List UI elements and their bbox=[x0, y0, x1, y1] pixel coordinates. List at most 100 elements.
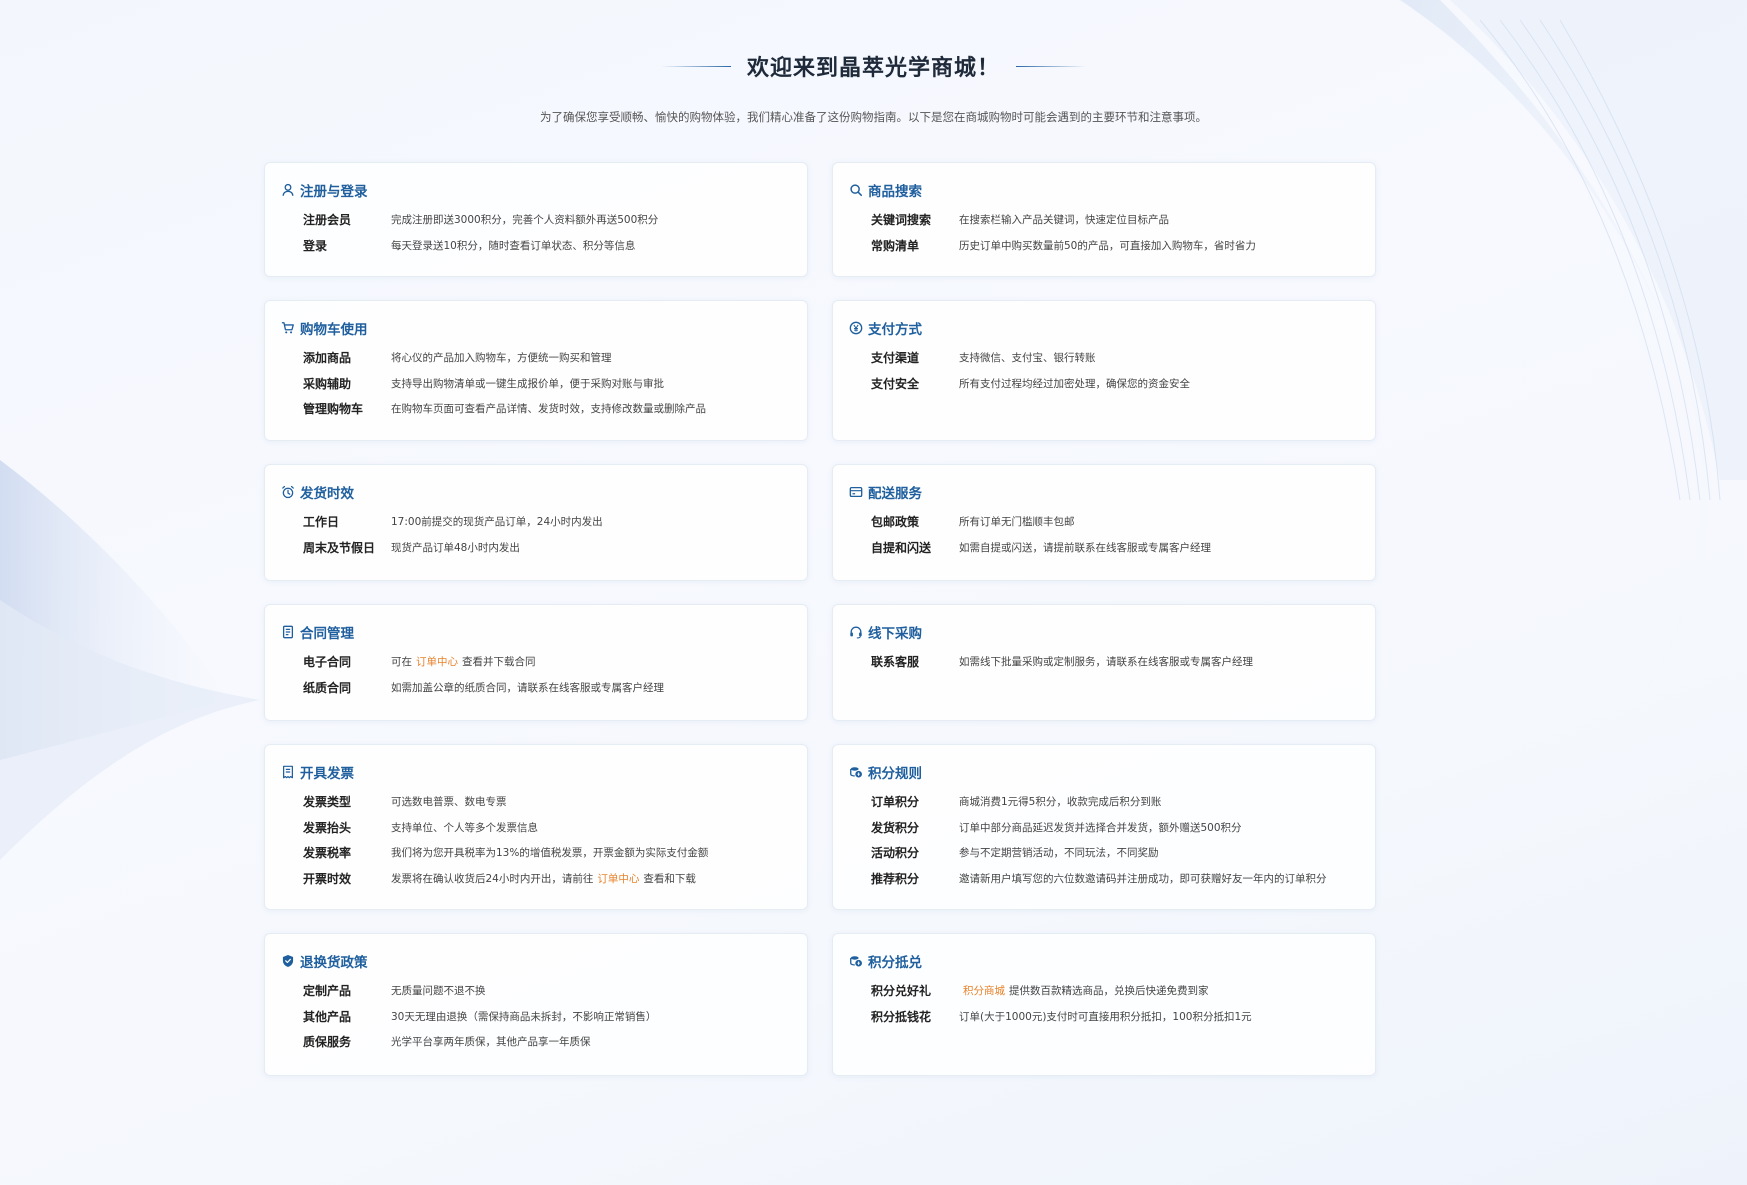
item-label: 注册会员 bbox=[303, 213, 352, 228]
guide-card-shipping-time: 发货时效工作日 17:00前提交的现货产品订单，24小时内发出周末及节假日 现货产品… bbox=[264, 464, 808, 581]
item-label: 定制产品 bbox=[303, 984, 352, 999]
card-title: 积分抵兑 bbox=[868, 955, 922, 971]
card-header: 购物车使用 bbox=[281, 317, 791, 339]
guide-item: 关键词搜索 在搜索栏输入产品关键词，快速定位目标产品 bbox=[849, 207, 1359, 233]
points-mall-link[interactable]: 积分商城 bbox=[963, 985, 1005, 997]
card-title: 配送服务 bbox=[868, 486, 922, 502]
guide-item: 积分抵钱花 订单(大于1000元)支付时可直接用积分抵扣，100积分抵扣1元 bbox=[849, 1004, 1359, 1030]
guide-item: 开票时效 发票将在确认收货后24小时内开出，请前往 订单中心 查看和下载 bbox=[281, 866, 791, 892]
card-title: 合同管理 bbox=[300, 626, 354, 642]
item-description: 订单(大于1000元)支付时可直接用积分抵扣，100积分抵扣1元 bbox=[959, 1010, 1252, 1023]
item-description: 在搜索栏输入产品关键词，快速定位目标产品 bbox=[959, 214, 1169, 227]
item-text-suffix: 查看并下载合同 bbox=[462, 656, 536, 669]
guide-item: 自提和闪送 如需自提或闪送，请提前联系在线客服或专属客户经理 bbox=[849, 535, 1359, 561]
guide-item: 周末及节假日 现货产品订单48小时内发出 bbox=[281, 535, 791, 561]
card-title: 注册与登录 bbox=[300, 184, 368, 200]
guide-item: 管理购物车 在购物车页面可查看产品详情、发货时效，支持修改数量或删除产品 bbox=[281, 396, 791, 422]
card-title: 商品搜索 bbox=[868, 184, 922, 200]
item-label: 自提和闪送 bbox=[871, 540, 932, 555]
alarm-clock-icon bbox=[281, 485, 295, 499]
guide-item: 包邮政策 所有订单无门槛顺丰包邮 bbox=[849, 509, 1359, 535]
item-label: 登录 bbox=[303, 238, 328, 253]
item-description: 积分商城 提供数百款精选商品，兑换后快递免费到家 bbox=[959, 983, 1209, 998]
guide-item: 常购清单 历史订单中购买数量前50的产品，可直接加入购物车，省时省力 bbox=[849, 233, 1359, 259]
coins-icon bbox=[849, 765, 863, 779]
item-label: 添加商品 bbox=[303, 351, 352, 366]
item-description: 在购物车页面可查看产品详情、发货时效，支持修改数量或删除产品 bbox=[391, 403, 706, 416]
item-label: 纸质合同 bbox=[303, 680, 352, 695]
card-header: 线下采购 bbox=[849, 621, 1359, 643]
card-header: 注册与登录 bbox=[281, 179, 791, 201]
guide-card-returns: 退换货政策 定制产品 无质量问题不退不换 其他产品 30天无理由退换（需保持商品未拆封，… bbox=[264, 933, 808, 1076]
shield-icon bbox=[281, 954, 295, 968]
item-description: 如需加盖公章的纸质合同，请联系在线客服或专属客户经理 bbox=[391, 681, 664, 694]
item-label: 开票时效 bbox=[303, 871, 352, 886]
item-description: 我们将为您开具税率为13%的增值税发票，开票金额为实际支付金额 bbox=[391, 847, 709, 860]
item-description: 支持导出购物清单或一键生成报价单，便于采购对账与审批 bbox=[391, 377, 664, 390]
card-title: 退换货政策 bbox=[300, 955, 368, 971]
guide-item: 发货积分 订单中部分商品延迟发货并选择合并发货，额外赠送500积分 bbox=[849, 815, 1359, 841]
receipt-icon bbox=[281, 765, 295, 779]
guide-item: 推荐积分 邀请新用户填写您的六位数邀请码并注册成功，即可获赠好友一年内的订单积分 bbox=[849, 866, 1359, 892]
item-description: 将心仪的产品加入购物车，方便统一购买和管理 bbox=[391, 352, 612, 365]
card-title: 发货时效 bbox=[300, 486, 354, 502]
item-label: 支付安全 bbox=[871, 376, 920, 391]
coins-icon bbox=[849, 954, 863, 968]
title-divider-left bbox=[660, 65, 731, 67]
item-description: 支持单位、个人等多个发票信息 bbox=[391, 821, 538, 834]
card-icon bbox=[849, 485, 863, 499]
item-label: 采购辅助 bbox=[303, 376, 352, 391]
item-description: 无质量问题不退不换 bbox=[391, 985, 486, 998]
guide-item: 采购辅助 支持导出购物清单或一键生成报价单，便于采购对账与审批 bbox=[281, 371, 791, 397]
guide-item: 电子合同 可在 订单中心 查看并下载合同 bbox=[281, 649, 791, 675]
item-description: 邀请新用户填写您的六位数邀请码并注册成功，即可获赠好友一年内的订单积分 bbox=[959, 872, 1327, 885]
order-center-link[interactable]: 订单中心 bbox=[597, 873, 639, 885]
guide-item: 工作日 17:00前提交的现货产品订单，24小时内发出 bbox=[281, 509, 791, 535]
guide-card-delivery: 配送服务包邮政策 所有订单无门槛顺丰包邮 自提和闪送 如需自提或闪送，请提前联系在线客… bbox=[832, 464, 1376, 581]
card-title: 线下采购 bbox=[868, 626, 922, 642]
card-title: 购物车使用 bbox=[300, 322, 368, 338]
item-description: 17:00前提交的现货产品订单，24小时内发出 bbox=[391, 516, 603, 529]
item-description: 如需线下批量采购或定制服务，请联系在线客服或专属客户经理 bbox=[959, 656, 1253, 669]
item-description: 光学平台享两年质保，其他产品享一年质保 bbox=[391, 1036, 591, 1049]
guide-card-payment: 支付方式 支付渠道 支持微信、支付宝、银行转账 支付安全 所有支付过程均经过加密处理，确… bbox=[832, 300, 1376, 441]
page-subtitle: 为了确保您享受顺畅、愉快的购物体验，我们精心准备了这份购物指南。以下是您在商城购… bbox=[540, 110, 1207, 124]
guide-item: 发票抬头 支持单位、个人等多个发票信息 bbox=[281, 815, 791, 841]
document-icon bbox=[281, 625, 295, 639]
item-text-suffix: 查看和下载 bbox=[643, 872, 696, 885]
page-title: 欢迎来到晶萃光学商城！ bbox=[746, 56, 1000, 81]
card-header: 商品搜索 bbox=[849, 179, 1359, 201]
guide-item: 添加商品 将心仪的产品加入购物车，方便统一购买和管理 bbox=[281, 345, 791, 371]
item-description: 可在 订单中心 查看并下载合同 bbox=[391, 654, 536, 669]
item-description: 发票将在确认收货后24小时内开出，请前往 订单中心 查看和下载 bbox=[391, 871, 696, 886]
item-description: 现货产品订单48小时内发出 bbox=[391, 541, 520, 554]
order-center-link[interactable]: 订单中心 bbox=[416, 656, 458, 668]
guide-item: 发票类型 可选数电普票、数电专票 bbox=[281, 789, 791, 815]
guide-item: 注册会员 完成注册即送3000积分，完善个人资料额外再送500积分 bbox=[281, 207, 791, 233]
item-description: 参与不定期营销活动，不同玩法，不同奖励 bbox=[959, 847, 1159, 860]
card-header: 退换货政策 bbox=[281, 950, 791, 972]
card-title: 开具发票 bbox=[300, 766, 354, 782]
card-header: 配送服务 bbox=[849, 481, 1359, 503]
item-label: 订单积分 bbox=[871, 795, 920, 810]
yen-coin-icon bbox=[849, 321, 863, 335]
guide-card-search: 商品搜索关键词搜索 在搜索栏输入产品关键词，快速定位目标产品常购清单 历史订单中购买… bbox=[832, 162, 1376, 277]
title-row: 欢迎来到晶萃光学商城！ bbox=[0, 46, 1747, 86]
guide-card-contract: 合同管理电子合同 可在 订单中心 查看并下载合同纸质合同 如需加盖公章的纸质合同，请联系… bbox=[264, 604, 808, 721]
item-label: 周末及节假日 bbox=[303, 540, 376, 555]
item-label: 其他产品 bbox=[303, 1009, 352, 1024]
guide-item: 订单积分 商城消费1元得5积分，收款完成后积分到账 bbox=[849, 789, 1359, 815]
card-header: 积分规则 bbox=[849, 761, 1359, 783]
headset-icon bbox=[849, 625, 863, 639]
item-description: 历史订单中购买数量前50的产品，可直接加入购物车，省时省力 bbox=[959, 239, 1256, 252]
item-label: 积分抵钱花 bbox=[871, 1009, 932, 1024]
user-icon bbox=[281, 183, 295, 197]
item-label: 关键词搜索 bbox=[871, 213, 932, 228]
guide-card-points-redeem: 积分抵兑 积分兑好礼 积分商城 提供数百款精选商品，兑换后快递免费到家 积分抵钱花 订单(… bbox=[832, 933, 1376, 1076]
guide-item: 发票税率 我们将为您开具税率为13%的增值税发票，开票金额为实际支付金额 bbox=[281, 840, 791, 866]
guide-card-register: 注册与登录注册会员 完成注册即送3000积分，完善个人资料额外再送500积分 登录 每… bbox=[264, 162, 808, 277]
item-text-prefix: 发票将在确认收货后24小时内开出，请前往 bbox=[391, 872, 594, 885]
guide-item: 联系客服 如需线下批量采购或定制服务，请联系在线客服或专属客户经理 bbox=[849, 649, 1359, 675]
item-label: 包邮政策 bbox=[871, 515, 920, 530]
guide-item: 登录 每天登录送10积分，随时查看订单状态、积分等信息 bbox=[281, 233, 791, 259]
